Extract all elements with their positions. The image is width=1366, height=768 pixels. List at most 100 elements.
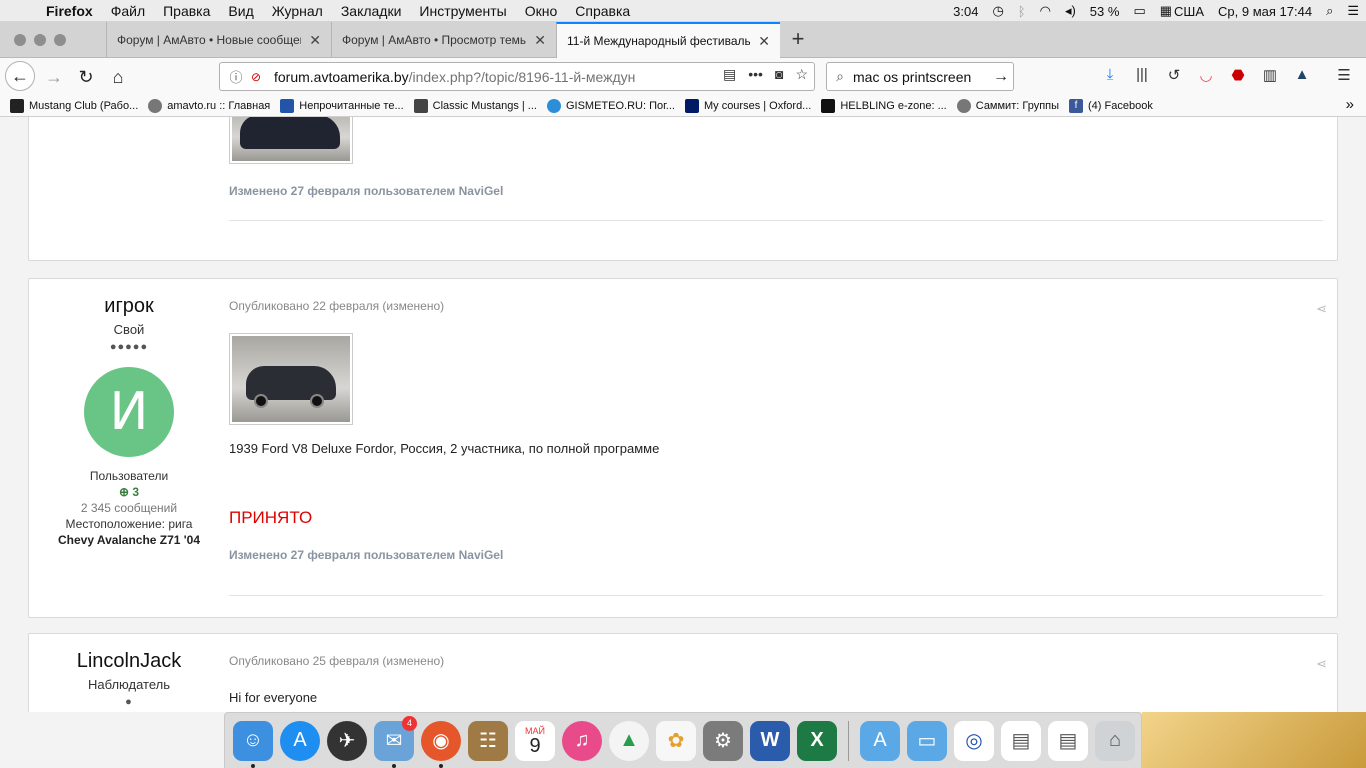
menu-help[interactable]: Справка xyxy=(566,3,639,19)
menu-file[interactable]: Файл xyxy=(102,3,154,19)
tab-close-icon[interactable]: ✕ xyxy=(309,32,321,49)
contacts-icon[interactable]: ☷ xyxy=(468,720,508,761)
bookmark-classic-mustangs[interactable]: Classic Mustangs | ... xyxy=(413,98,537,113)
search-input[interactable]: mac os printscreen xyxy=(853,69,989,85)
extension-triangle-icon[interactable]: ▲ xyxy=(1292,66,1312,84)
search-bar[interactable]: ⌕ mac os printscreen → xyxy=(826,62,1014,91)
extension-lips-icon[interactable]: ◡ xyxy=(1196,66,1216,84)
post-edited-note: Изменено 27 февраля пользователем NaviGe… xyxy=(229,184,504,198)
author-group: Пользователи xyxy=(89,469,169,483)
firefox-icon[interactable]: ◉ xyxy=(421,720,461,768)
pocket-icon[interactable]: ◙ xyxy=(775,66,783,83)
forward-button[interactable]: → xyxy=(40,63,68,91)
spotlight-icon[interactable]: ⌕ xyxy=(1319,3,1340,19)
tab-close-icon[interactable]: ✕ xyxy=(758,33,770,50)
home-button[interactable]: ⌂ xyxy=(104,63,132,91)
bookmark-amavto[interactable]: amavto.ru :: Главная xyxy=(148,98,270,113)
notification-center-icon[interactable]: ☰ xyxy=(1340,3,1366,19)
menu-history[interactable]: Журнал xyxy=(263,3,332,19)
minimize-window-button[interactable] xyxy=(34,34,46,46)
page-actions-icon[interactable]: ••• xyxy=(748,66,763,83)
author-name[interactable]: LincolnJack xyxy=(29,650,229,673)
zoom-window-button[interactable] xyxy=(54,34,66,46)
author-posts-count[interactable]: 2 345 сообщений xyxy=(29,501,229,515)
input-source[interactable]: США xyxy=(1174,4,1211,19)
share-icon[interactable]: ⋖ xyxy=(1316,656,1327,672)
word-icon[interactable]: W xyxy=(750,720,790,761)
author-name[interactable]: игрок xyxy=(29,295,229,318)
screenshot-stack-icon[interactable]: ▤ xyxy=(1001,720,1041,761)
bookmark-helbling[interactable]: HELBLING e-zone: ... xyxy=(821,98,947,113)
us-flag-icon: ▦ xyxy=(1159,3,1173,18)
system-preferences-icon[interactable]: ⚙ xyxy=(703,720,743,761)
bookmark-oxford[interactable]: My courses | Oxford... xyxy=(684,98,811,113)
bookmark-star-icon[interactable]: ☆ xyxy=(795,66,808,83)
tab-close-icon[interactable]: ✕ xyxy=(534,32,546,49)
bookmark-summit[interactable]: Саммит: Группы xyxy=(956,98,1059,113)
library-icon[interactable]: ||| xyxy=(1132,66,1152,84)
mail-icon[interactable]: ✉ 4 xyxy=(374,715,417,768)
tab-forum-new-posts[interactable]: Форум | АмАвто • Новые сообщен ✕ xyxy=(106,22,331,58)
running-indicator xyxy=(392,763,396,768)
google-drive-icon[interactable]: ▲ xyxy=(609,720,649,761)
new-tab-button[interactable]: + xyxy=(786,26,810,52)
tab-festival-active[interactable]: 11-й Международный фестиваль Р ✕ xyxy=(556,22,780,58)
bookmark-gismeteo[interactable]: GISMETEO.RU: Пог... xyxy=(546,98,675,113)
post-date[interactable]: Опубликовано 22 февраля (изменено) xyxy=(229,299,1323,313)
finder-icon[interactable]: ☺ xyxy=(233,720,273,768)
launchpad-icon[interactable]: ✈ xyxy=(327,720,367,761)
tab-forum-view-topic[interactable]: Форум | АмАвто • Просмотр темы ✕ xyxy=(331,22,556,58)
excel-icon[interactable]: X xyxy=(797,720,837,761)
menu-edit[interactable]: Правка xyxy=(154,3,219,19)
app-store-icon[interactable]: A xyxy=(280,720,320,761)
bookmark-label: Classic Mustangs | ... xyxy=(432,99,537,112)
bookmarks-toolbar: Mustang Club (Рабо... amavto.ru :: Главн… xyxy=(0,95,1366,117)
post-date[interactable]: Опубликовано 25 февраля (изменено) xyxy=(229,654,1323,668)
bluetooth-icon[interactable]: ᛒ xyxy=(1011,4,1033,19)
documents-folder-icon[interactable]: ▭ xyxy=(907,720,947,761)
sidebar-icon[interactable]: ▥ xyxy=(1260,66,1280,84)
car-photo-wheel xyxy=(254,394,268,408)
downloads-icon[interactable]: ⤓ xyxy=(1100,66,1120,84)
bookmarks-overflow-chevron-icon[interactable]: » xyxy=(1346,96,1354,113)
downloads-stack-icon[interactable]: ▤ xyxy=(1048,720,1088,761)
post-divider xyxy=(229,595,1323,596)
back-button[interactable]: ← xyxy=(5,61,35,91)
reader-view-icon[interactable]: ▤ xyxy=(723,66,736,83)
calendar-icon[interactable]: МАЙ 9 xyxy=(515,720,555,761)
menu-tools[interactable]: Инструменты xyxy=(410,3,515,19)
menu-window[interactable]: Окно xyxy=(516,3,567,19)
bookmark-unread-topics[interactable]: Непрочитанные те... xyxy=(280,98,404,113)
url-bar[interactable]: ⓘ ⊘ forum.avtoamerika.by/index.php?/topi… xyxy=(219,62,815,91)
insecure-connection-icon[interactable]: ⊘ xyxy=(246,70,266,84)
menu-bookmarks[interactable]: Закладки xyxy=(332,3,411,19)
menubar-datetime[interactable]: Ср, 9 мая 17:44 xyxy=(1211,4,1319,19)
adblock-icon[interactable]: ⬣ xyxy=(1228,66,1248,84)
history-icon[interactable]: ↺ xyxy=(1164,66,1184,84)
menu-view[interactable]: Вид xyxy=(219,3,262,19)
itunes-icon[interactable]: ♫ xyxy=(562,720,602,761)
wifi-icon[interactable]: ◠ xyxy=(1033,3,1058,19)
bookmark-facebook[interactable]: f (4) Facebook xyxy=(1069,98,1153,113)
applications-folder-icon[interactable]: A xyxy=(860,720,900,761)
battery-percent[interactable]: 53 % xyxy=(1083,4,1127,19)
url-text[interactable]: forum.avtoamerika.by/index.php?/topic/81… xyxy=(274,69,674,85)
menu-app-firefox[interactable]: Firefox xyxy=(40,3,102,19)
site-info-icon[interactable]: ⓘ xyxy=(226,67,246,86)
photos-icon[interactable]: ✿ xyxy=(656,720,696,761)
bookmark-mustang-club[interactable]: Mustang Club (Рабо... xyxy=(10,98,138,113)
search-go-icon[interactable]: → xyxy=(989,68,1013,86)
reload-button[interactable]: ↻ xyxy=(72,63,100,91)
post-image-thumbnail[interactable] xyxy=(229,117,353,164)
close-window-button[interactable] xyxy=(14,34,26,46)
hamburger-menu-icon[interactable]: ☰ xyxy=(1334,66,1354,84)
post-image-thumbnail[interactable] xyxy=(229,333,353,425)
share-icon[interactable]: ⋖ xyxy=(1316,301,1327,317)
menubar-time-short[interactable]: 3:04 xyxy=(946,4,985,19)
time-machine-icon[interactable]: ◷ xyxy=(985,3,1010,19)
volume-icon[interactable]: ◂) xyxy=(1058,3,1083,19)
trash-icon[interactable]: ⌂ xyxy=(1095,720,1135,761)
url-host: forum.avtoamerika.by xyxy=(274,68,409,85)
avatar[interactable]: И xyxy=(84,367,174,457)
avi-file-icon[interactable]: ◎ xyxy=(954,720,994,761)
